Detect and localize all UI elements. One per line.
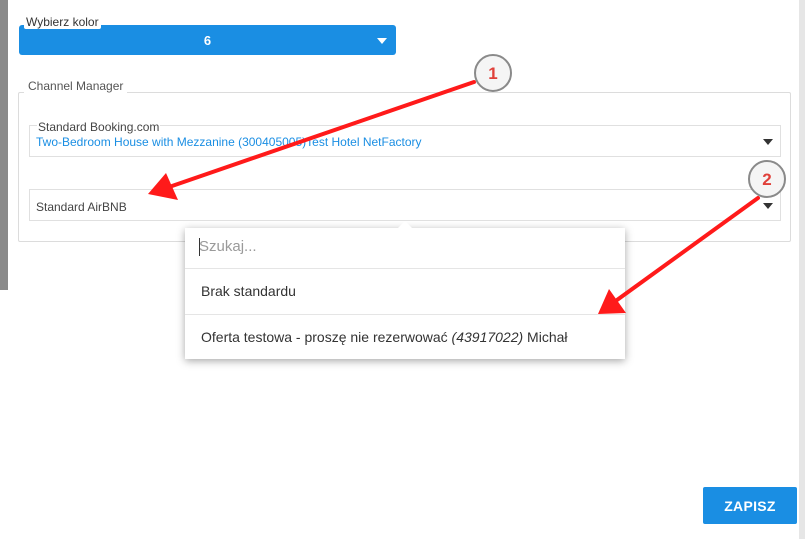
color-select[interactable]: 6: [19, 25, 396, 55]
booking-standard-value: Two-Bedroom House with Mezzanine (300405…: [36, 135, 422, 149]
option-text: Oferta testowa - proszę nie rezerwować: [201, 329, 452, 345]
booking-standard-select[interactable]: Standard Booking.com Two-Bedroom House w…: [29, 120, 781, 157]
dropdown-search-row: [185, 228, 625, 269]
chevron-down-icon: [763, 203, 773, 209]
scrollbar-track[interactable]: [799, 0, 805, 539]
color-select-value: 6: [203, 33, 212, 48]
option-id: (43917022): [451, 329, 524, 345]
color-select-label: Wybierz kolor: [24, 15, 101, 29]
chevron-down-icon: [377, 38, 387, 44]
dropdown-option-no-standard[interactable]: Brak standardu: [185, 269, 625, 314]
booking-standard-label: Standard Booking.com: [37, 120, 161, 134]
channel-manager-legend: Channel Manager: [24, 79, 128, 93]
airbnb-dropdown-menu: Brak standardu Oferta testowa - proszę n…: [185, 228, 625, 359]
save-button[interactable]: ZAPISZ: [703, 487, 797, 524]
dropdown-option-test-offer[interactable]: Oferta testowa - proszę nie rezerwować (…: [185, 314, 625, 359]
badge-1-label: 1: [488, 64, 497, 83]
airbnb-standard-select[interactable]: Standard AirBNB: [29, 189, 781, 221]
dropdown-pointer: [398, 221, 412, 228]
option-owner: Michał: [523, 329, 568, 345]
dropdown-search-input[interactable]: [199, 238, 599, 255]
text-cursor: [199, 238, 200, 256]
badge-1: 1: [474, 54, 512, 92]
airbnb-standard-value: Standard AirBNB: [36, 200, 127, 214]
left-panel-edge: [0, 0, 8, 290]
chevron-down-icon: [763, 139, 773, 145]
